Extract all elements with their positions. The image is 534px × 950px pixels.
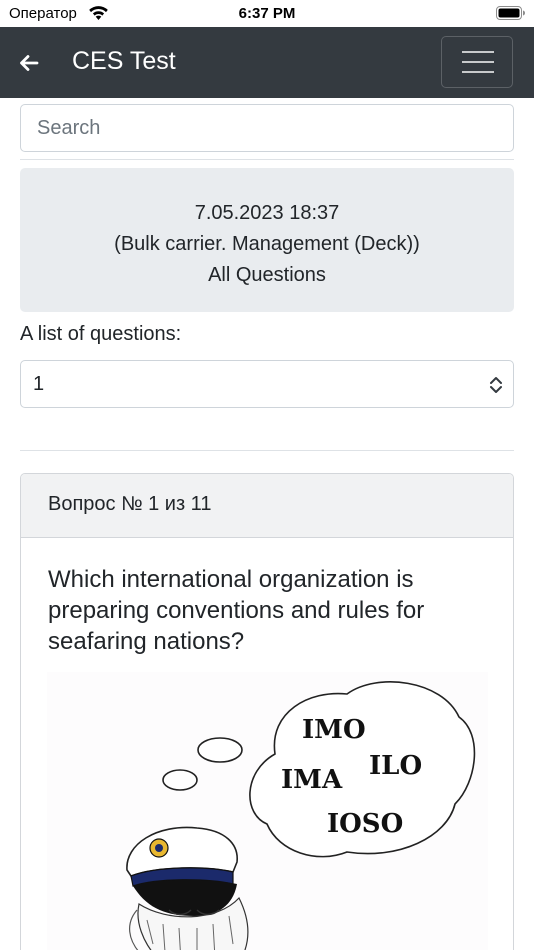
question-card: Вопрос № 1 из 11 Which international org… (20, 473, 514, 950)
app-navbar: CES Test (0, 27, 534, 98)
test-date: 7.05.2023 18:37 (194, 202, 340, 224)
divider (20, 450, 514, 451)
test-mode: All Questions (208, 264, 326, 286)
test-info-panel: 7.05.2023 18:37 (Bulk carrier. Managemen… (20, 168, 514, 312)
captain-figure (126, 826, 249, 950)
question-select-value: 1 (33, 373, 45, 395)
bubble-word: IOSO (327, 809, 403, 839)
page-title: CES Test (72, 47, 176, 75)
status-bar: Оператор 6:37 PM (0, 0, 534, 27)
divider (20, 159, 514, 160)
question-select[interactable]: 1 (20, 360, 514, 408)
battery-icon (496, 6, 525, 20)
question-illustration: IMO ILO IMA IOSO (47, 672, 488, 950)
chevron-updown-icon (490, 377, 502, 393)
question-list-label: A list of questions: (20, 323, 182, 345)
question-counter: Вопрос № 1 из 11 (21, 474, 513, 538)
bubble-word: ILO (369, 751, 422, 781)
menu-toggle-button[interactable] (441, 36, 513, 88)
search-input[interactable] (20, 104, 514, 152)
bubble-word: IMO (302, 715, 366, 745)
question-text: Which international organization is prep… (48, 566, 425, 655)
test-category: (Bulk carrier. Management (Deck)) (114, 233, 420, 255)
bubble-word: IMA (281, 765, 343, 795)
captain-thought-bubble-illustration: IMO ILO IMA IOSO (126, 681, 476, 950)
status-time: 6:37 PM (238, 5, 296, 22)
back-arrow-icon[interactable] (18, 52, 40, 74)
